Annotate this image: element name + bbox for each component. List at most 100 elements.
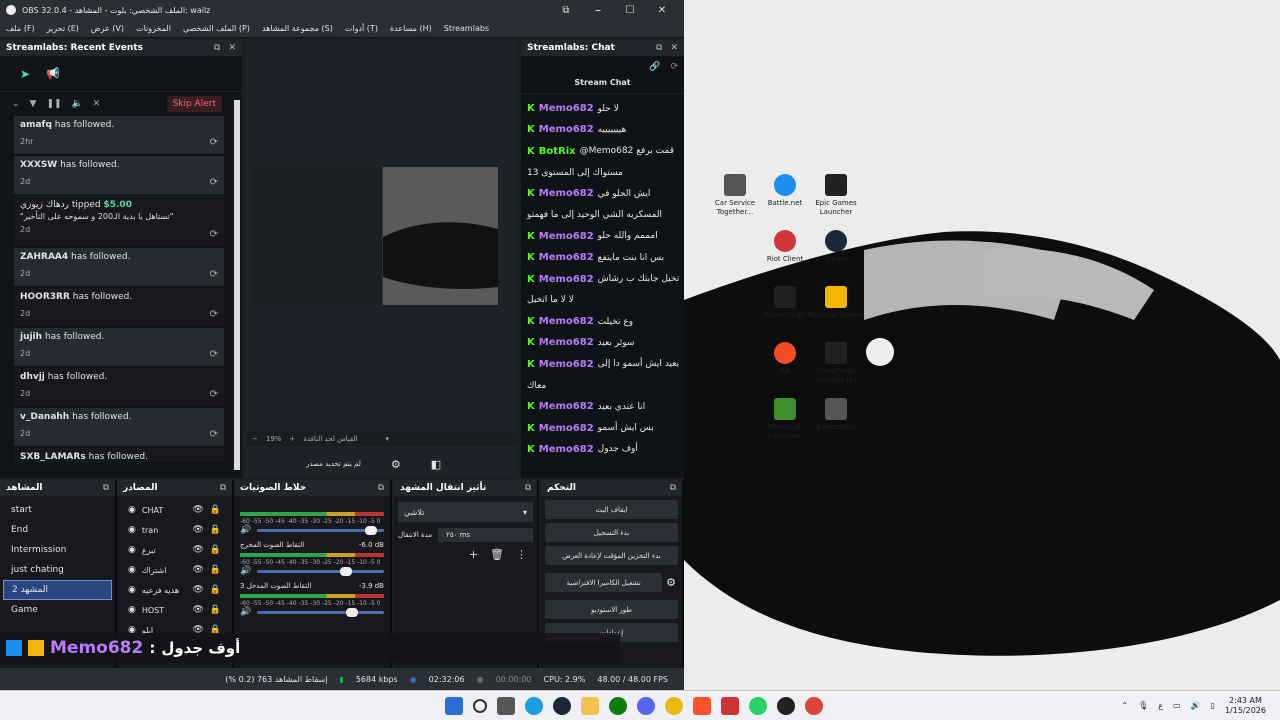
lock-icon[interactable]: 🔒 [210,605,221,615]
float-icon[interactable]: ⧉ [103,483,109,493]
start-recording-button[interactable]: بدء التسجيل [545,523,678,542]
stop-streaming-button[interactable]: ايقاف البث [545,500,678,519]
slider-knob[interactable] [364,525,377,535]
chrome-icon-2[interactable] [805,696,823,715]
discord-icon[interactable] [637,696,655,715]
steam-icon[interactable] [553,696,571,715]
menu-scene-collection[interactable]: مجموعة المشاهد (S) [262,24,333,33]
language-indicator[interactable]: ع [1158,701,1163,710]
desktop-icon-bakkesmod[interactable]: BakkesMod [806,398,866,432]
visibility-icon[interactable]: 👁 [192,525,203,535]
volume-slider[interactable] [257,607,384,617]
lock-icon[interactable]: 🔒 [210,545,221,555]
microphone-icon[interactable]: 🎙 [1138,701,1148,710]
source-item[interactable]: ◉ اشتراك 👁 🔒 [120,560,229,580]
chat-username[interactable]: Memo682 [539,188,594,199]
scene-item[interactable]: start [3,500,112,520]
float-icon[interactable]: ⧉ [220,483,226,493]
float-icon[interactable]: ⧉ [525,483,531,493]
battery-icon[interactable]: ▯ [1211,701,1215,710]
replay-icon[interactable]: ⟳ [210,349,218,360]
source-settings-icon[interactable]: ⚙ [391,458,401,471]
menu-profile[interactable]: الملف الشخصي (P) [183,24,250,33]
volume-icon[interactable]: 🔊 [1191,701,1201,710]
replay-icon[interactable]: ⟳ [210,429,218,440]
desktop-icon-curseforge-installer[interactable]: CurseForge Installer (1) [806,342,866,385]
duration-input[interactable]: ٢٥٠ ms [438,528,533,542]
float-icon[interactable]: ⧉ [656,43,662,53]
virtual-camera-settings-icon[interactable]: ⚙ [666,576,676,589]
add-transition-icon[interactable]: + [469,548,478,561]
zoom-in-icon[interactable]: + [289,435,295,443]
chat-username[interactable]: Memo682 [539,359,594,370]
visibility-icon[interactable]: 👁 [192,585,203,595]
volume-slider[interactable] [257,566,384,576]
file-explorer-icon[interactable] [581,696,599,715]
desktop-icon-rockstar[interactable]: Rockstar Games ... [806,286,866,329]
visibility-icon[interactable]: 👁 [192,565,203,575]
speaker-icon[interactable]: 🔊 [240,566,251,576]
chat-username[interactable]: Memo682 [539,423,594,434]
start-replay-buffer-button[interactable]: بدء التخزين المؤقت لإعادة العرض [545,546,678,565]
network-icon[interactable]: ▭ [1173,701,1181,710]
transition-select[interactable]: تلاشي ▾ [398,502,533,522]
lock-icon[interactable]: 🔒 [210,565,221,575]
menu-file[interactable]: ملف (F) [6,24,35,33]
chat-username[interactable]: Memo682 [539,124,594,135]
zoom-out-icon[interactable]: − [252,435,258,443]
preview-canvas[interactable] [253,167,498,305]
replay-icon[interactable]: ⟳ [210,137,218,148]
lock-icon[interactable]: 🔒 [210,585,221,595]
source-item[interactable]: ◉ CHAT 👁 🔒 [120,500,229,520]
close-icon[interactable]: ✕ [228,43,236,53]
lock-icon[interactable]: 🔒 [210,525,221,535]
scene-item[interactable]: Game [3,600,112,620]
visibility-icon[interactable]: 👁 [192,545,203,555]
source-item[interactable]: ◉ HOST 👁 🔒 [120,600,229,620]
scene-item[interactable]: End [3,520,112,540]
zoom-mode[interactable]: القياس لحد النافذة [303,435,357,443]
chat-username[interactable]: Memo682 [539,337,594,348]
chat-username[interactable]: Memo682 [539,103,594,114]
float-icon[interactable]: ⧉ [214,43,220,53]
clock[interactable]: 2:43 AM 1/15/2026 [1225,696,1266,716]
visibility-icon[interactable]: 👁 [192,505,203,515]
refresh-icon[interactable]: ⟳ [670,62,678,72]
menu-docks[interactable]: المخزونات [136,24,171,33]
speaker-icon[interactable]: 🔊 [240,607,251,617]
scene-item[interactable]: المشهد 2 [3,580,112,600]
xbox-icon[interactable] [609,696,627,715]
chat-username[interactable]: Memo682 [539,231,594,242]
menu-tools[interactable]: أدوات (T) [345,24,378,33]
chevron-down-icon[interactable]: ⌄ [12,99,20,109]
maximize-button[interactable]: ☐ [614,5,646,16]
desktop-icon-steam[interactable]: Steam [806,230,866,264]
chat-username[interactable]: Memo682 [539,274,594,285]
chat-username[interactable]: Memo682 [539,444,594,455]
pin-button[interactable]: ⧉ [550,5,582,16]
speaker-icon[interactable]: 🔊 [240,525,251,535]
source-filters-icon[interactable]: ◧ [431,458,441,471]
scene-item[interactable]: just chating [3,560,112,580]
zoom-dropdown-icon[interactable]: ▾ [386,435,390,443]
more-icon[interactable]: ⋮ [516,548,527,561]
chat-username[interactable]: Memo682 [539,252,594,263]
search-icon[interactable] [473,698,487,713]
scene-item[interactable]: Intermission [3,540,112,560]
start-icon[interactable] [445,696,463,715]
studio-mode-button[interactable]: طور الاستوديو [545,600,678,619]
trash-icon[interactable]: 🗑 [490,548,504,561]
menu-edit[interactable]: تحرير (E) [47,24,79,33]
volume-slider[interactable] [257,525,384,535]
mute-icon[interactable]: ✕ [93,99,101,109]
megaphone-icon[interactable]: 📢 [46,67,60,80]
source-item[interactable]: ◉ هديه فرعيه 👁 🔒 [120,580,229,600]
close-icon[interactable]: ✕ [670,43,678,53]
replay-icon[interactable]: ⟳ [210,269,218,280]
replay-icon[interactable]: ⟳ [210,177,218,188]
chat-username[interactable]: Memo682 [539,401,594,412]
close-button[interactable]: ✕ [646,5,678,16]
events-scrollbar[interactable] [234,100,240,470]
slider-knob[interactable] [339,566,352,576]
start-virtual-camera-button[interactable]: تشغيل الكاميرا الافتراضية [545,573,663,592]
